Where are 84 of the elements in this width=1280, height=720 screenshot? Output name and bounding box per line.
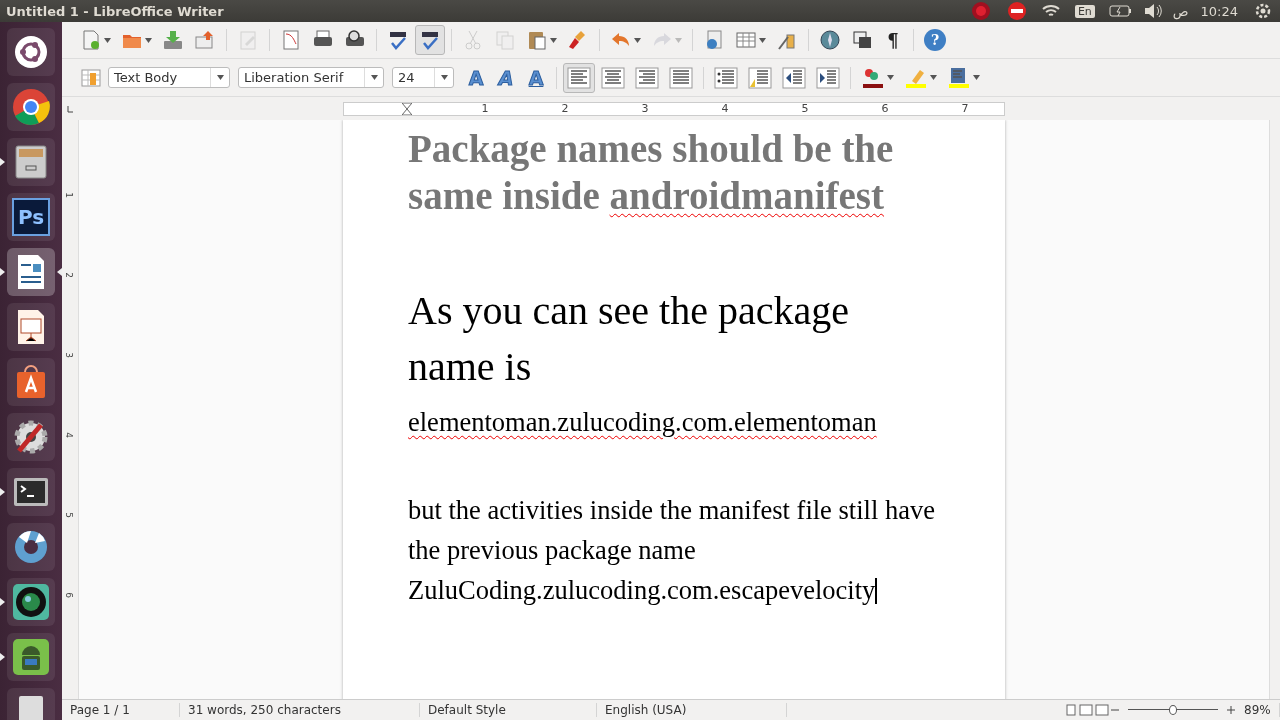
clock-time[interactable]: 10:24 (1200, 3, 1238, 19)
caret-icon (675, 37, 682, 43)
ruler-number: 5 (801, 101, 809, 115)
volume-icon[interactable] (1142, 3, 1163, 19)
view-layout-icon[interactable] (1066, 704, 1110, 716)
document-paragraph: ZuluCoding.zulucoding.com.escapevelocity (408, 574, 878, 607)
justify-icon (669, 66, 693, 89)
increase-indent-icon (816, 66, 840, 89)
ruler-number: 3 (63, 352, 74, 358)
spellcheck-icon (387, 29, 409, 51)
zoom-in-icon[interactable] (1226, 704, 1236, 716)
edit-icon (237, 29, 259, 51)
toolbar-button[interactable] (415, 25, 445, 55)
caret-icon (973, 75, 980, 80)
horizontal-ruler[interactable]: 1 2 3 4 5 6 7 (343, 101, 1005, 116)
spellcheck-icon (419, 29, 441, 51)
align-left-icon (567, 66, 591, 89)
decrease-indent-icon (782, 66, 806, 89)
ruler-number: 6 (881, 101, 889, 115)
clipboard-icon (526, 29, 548, 51)
envelope-icon (194, 29, 216, 51)
document-paragraph: but the activities inside the manifest file still have the previous package name (408, 494, 936, 567)
numbered-list-icon (748, 66, 772, 89)
ruler-number: 2 (561, 101, 569, 115)
ruler-number: 5 (63, 512, 74, 518)
window-title: Untitled 1 - LibreOffice Writer (6, 3, 225, 19)
table-icon (735, 29, 757, 51)
battery-icon[interactable] (1108, 4, 1133, 18)
caret-icon (550, 37, 557, 43)
zoom-percentage: 89% (1236, 703, 1280, 717)
caret-icon (930, 75, 937, 80)
photo-editor-logo: Ps (12, 198, 50, 236)
page-style: Default Style (420, 703, 597, 717)
camera-lens-icon (11, 582, 51, 622)
align-right-icon (635, 66, 659, 89)
ruler-number: 3 (641, 101, 649, 115)
browser-logo-icon (11, 87, 51, 127)
ruler-number: 4 (63, 432, 74, 438)
ruler-number: 6 (63, 592, 74, 598)
ruler-number: 1 (481, 101, 489, 115)
ruler-number: 4 (721, 101, 729, 115)
new-document-icon (80, 29, 102, 51)
document-heading: Package names should be the same inside androidmanifest (408, 126, 895, 219)
no-entry-icon[interactable] (1006, 1, 1027, 21)
caret-icon (216, 75, 224, 80)
scissors-icon (462, 29, 484, 51)
keyboard-layout-indicator[interactable]: En (1074, 4, 1095, 18)
toolbar-button[interactable]: ¶ (879, 25, 907, 55)
word-count: 31 words, 250 characters (180, 703, 420, 717)
font-size-combo[interactable]: 24 (392, 67, 454, 88)
format-button[interactable] (563, 62, 595, 93)
copy-icon (494, 29, 516, 51)
launcher-item[interactable] (0, 248, 62, 296)
styles-icon (80, 66, 102, 89)
caret-icon (440, 75, 448, 80)
clock-period: ص (1172, 3, 1189, 19)
caret-icon (145, 37, 152, 43)
caret-icon (887, 75, 894, 80)
caret-icon (634, 37, 641, 43)
page-count: Page 1 / 1 (62, 703, 180, 717)
paragraph-style-combo[interactable]: Text Body (108, 67, 230, 88)
compass-icon (819, 29, 841, 51)
ruler-number: 2 (63, 272, 74, 278)
caret-icon (370, 75, 378, 80)
background-color-icon (947, 66, 971, 89)
ruler-number: 7 (961, 101, 969, 115)
record-indicator-icon[interactable] (970, 1, 991, 21)
document-paragraph: elementoman.zulucoding.com.elementoman (408, 406, 878, 439)
bullet-list-icon (714, 66, 738, 89)
android-robot-icon (11, 637, 51, 677)
power-icon[interactable] (1254, 2, 1272, 20)
wifi-icon[interactable] (1040, 3, 1061, 19)
pdf-icon (280, 29, 302, 51)
indent-marker-icon[interactable] (402, 102, 412, 115)
font-color-icon (861, 66, 885, 89)
font-name-combo[interactable]: Liberation Serif (238, 67, 384, 88)
align-center-icon (601, 66, 625, 89)
download-icon (162, 29, 184, 51)
caret-icon (104, 37, 111, 43)
ruler-number: 1 (63, 192, 74, 198)
caret-icon (759, 37, 766, 43)
windows-icon (851, 29, 873, 51)
document-paragraph: As you can see the package name is (408, 287, 850, 391)
language-indicator: English (USA) (597, 703, 787, 717)
